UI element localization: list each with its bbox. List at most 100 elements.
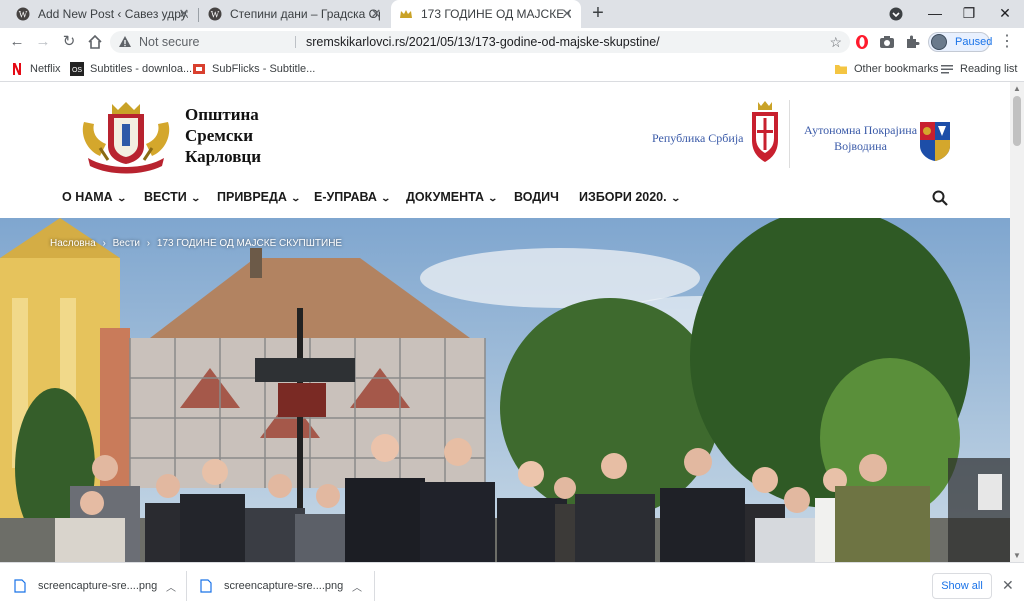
scroll-down-icon[interactable]: ▼: [1013, 551, 1021, 560]
nav-label: О НАМА: [62, 190, 113, 204]
province-line: Аутономна Покрајина: [804, 123, 918, 137]
page-content: Општина Сремски Карловци Република Србиј…: [0, 82, 1010, 562]
wordpress-icon: W: [16, 7, 30, 21]
security-label: Not secure: [139, 35, 200, 49]
opera-icon[interactable]: [853, 33, 871, 51]
avatar: [931, 34, 947, 50]
breadcrumb-home[interactable]: Насловна: [50, 238, 96, 249]
opensubtitles-icon: OS: [70, 62, 84, 76]
nav-label: ВЕСТИ: [144, 190, 187, 204]
address-bar[interactable]: Not secure sremskikarlovci.rs/2021/05/13…: [110, 31, 850, 53]
folder-icon: [835, 65, 847, 74]
municipality-name-line: Карловци: [185, 147, 262, 166]
reload-icon[interactable]: ↻: [60, 33, 78, 51]
reading-list[interactable]: Reading list: [940, 61, 1017, 77]
close-icon[interactable]: ✕: [559, 6, 575, 22]
profile-button[interactable]: Paused: [928, 32, 993, 52]
chevron-down-icon: ⌄: [670, 193, 681, 203]
page-scrollbar[interactable]: ▲ ▼: [1010, 82, 1024, 562]
tab-add-new-post[interactable]: W Add New Post ‹ Савез удружењ ✕: [8, 0, 198, 28]
bookmark-label: Netflix: [30, 63, 61, 75]
menu-icon[interactable]: ⋮: [998, 33, 1016, 51]
restore-button[interactable]: ❐: [952, 0, 986, 28]
republic-link[interactable]: Република Србија: [652, 130, 744, 146]
nav-label: ВОДИЧ: [514, 190, 559, 204]
download-item[interactable]: screencapture-sre....png ︿: [14, 563, 176, 609]
nav-label: ПРИВРЕДА: [217, 190, 287, 204]
nav-o-nama[interactable]: О НАМА ⌄: [62, 190, 127, 204]
tab-title: Add New Post ‹ Савез удружењ: [38, 7, 188, 21]
tab-stepini-dani[interactable]: W Степини дани – Градска Органи ✕: [200, 0, 390, 28]
bookmarks-bar: Netflix OS Subtitles - downloa... SubFli…: [0, 56, 1024, 82]
scroll-up-icon[interactable]: ▲: [1013, 84, 1021, 93]
nav-label: Е-УПРАВА: [314, 190, 377, 204]
main-navigation: О НАМА ⌄ ВЕСТИ ⌄ ПРИВРЕДА ⌄ Е-УПРАВА ⌄ ДОКУМ…: [0, 186, 1010, 212]
downloads-bar: screencapture-sre....png ︿ screencapture…: [0, 562, 1024, 608]
province-line: Војводина: [834, 139, 887, 153]
serbia-coat-of-arms-icon[interactable]: [748, 100, 782, 166]
scrollbar-thumb[interactable]: [1013, 96, 1021, 146]
nav-vodic[interactable]: ВОДИЧ: [514, 190, 559, 204]
profile-status: Paused: [955, 36, 993, 48]
svg-text:W: W: [19, 10, 28, 20]
other-bookmarks[interactable]: Other bookmarks: [834, 61, 938, 77]
crown-icon: [400, 10, 412, 18]
minimize-button[interactable]: —: [918, 0, 952, 28]
nav-dokumenta[interactable]: ДОКУМЕНТА ⌄: [406, 190, 499, 204]
show-all-button[interactable]: Show all: [932, 573, 992, 599]
breadcrumb-separator: ›: [102, 238, 106, 249]
close-icon[interactable]: ✕: [1002, 577, 1014, 594]
tab-title: 173 ГОДИНЕ ОД МАЈСКЕ СКУП: [421, 7, 571, 21]
nav-vesti[interactable]: ВЕСТИ ⌄: [144, 190, 201, 204]
municipality-coat-of-arms-logo[interactable]: [78, 100, 174, 174]
breadcrumb-separator: ›: [146, 238, 151, 249]
bookmark-label: Reading list: [960, 63, 1018, 75]
wordpress-icon: W: [208, 7, 222, 21]
warning-icon: [119, 36, 131, 47]
file-icon: [200, 579, 212, 593]
tab-bar: W Add New Post ‹ Савез удружењ ✕ W Степи…: [0, 0, 1024, 28]
bookmark-subtitles[interactable]: OS Subtitles - downloa...: [70, 61, 192, 77]
nav-izbori-2020[interactable]: ИЗБОРИ 2020. ⌄: [579, 190, 681, 204]
bookmark-netflix[interactable]: Netflix: [10, 61, 61, 77]
forward-arrow-icon[interactable]: →: [34, 33, 52, 51]
chevron-up-icon[interactable]: ︿: [352, 579, 362, 594]
chevron-down-icon: ⌄: [380, 193, 392, 203]
browser-chrome: W Add New Post ‹ Савез удружењ ✕ W Степи…: [0, 0, 1024, 82]
camera-icon[interactable]: [878, 33, 896, 51]
file-icon: [14, 579, 26, 593]
url-text: sremskikarlovci.rs/2021/05/13/173-godine…: [306, 35, 660, 49]
toolbar: ← → ↻ Not secure sremskikarlovci.rs/2021…: [0, 28, 1024, 56]
subflicks-icon: [193, 64, 205, 74]
close-icon[interactable]: ✕: [176, 6, 192, 22]
tab-title: Степини дани – Градска Органи: [230, 7, 380, 21]
province-link[interactable]: Аутономна Покрајина Војводина: [804, 122, 917, 154]
chevron-down-icon: ⌄: [116, 193, 127, 203]
breadcrumb-current: 173 ГОДИНЕ ОД МАЈСКЕ СКУПШТИНЕ: [156, 238, 343, 249]
new-tab-button[interactable]: +: [588, 3, 608, 24]
close-icon[interactable]: ✕: [368, 6, 384, 22]
bookmark-subflicks[interactable]: SubFlicks - Subtitle...: [192, 61, 315, 77]
nav-e-uprava[interactable]: Е-УПРАВА ⌄: [314, 190, 392, 204]
hero-photo: Насловна › Вести › 173 ГОДИНЕ ОД МАЈСКЕ …: [0, 218, 1010, 562]
nav-label: ИЗБОРИ 2020.: [579, 190, 667, 204]
chevron-up-icon[interactable]: ︿: [166, 579, 176, 594]
back-arrow-icon[interactable]: ←: [8, 33, 26, 51]
reading-list-icon: [941, 65, 953, 74]
nav-label: ДОКУМЕНТА: [406, 190, 484, 204]
window-close-button[interactable]: ✕: [988, 0, 1022, 28]
tab-search-icon[interactable]: [889, 7, 903, 21]
home-icon[interactable]: [86, 33, 104, 51]
municipality-name[interactable]: Општина Сремски Карловци: [185, 104, 261, 167]
nav-privreda[interactable]: ПРИВРЕДА ⌄: [217, 190, 301, 204]
chevron-down-icon: ⌄: [487, 193, 499, 203]
tab-173-godine[interactable]: 173 ГОДИНЕ ОД МАЈСКЕ СКУП ✕: [391, 0, 581, 28]
star-icon[interactable]: ☆: [829, 31, 842, 53]
download-item[interactable]: screencapture-sre....png ︿: [200, 563, 362, 609]
search-icon[interactable]: [932, 190, 948, 206]
puzzle-icon[interactable]: [903, 33, 921, 51]
breadcrumb-news[interactable]: Вести: [113, 238, 140, 249]
bookmark-label: Other bookmarks: [854, 63, 939, 75]
bookmark-label: Subtitles - downloa...: [90, 63, 193, 75]
vojvodina-coat-of-arms-icon[interactable]: [918, 120, 952, 162]
